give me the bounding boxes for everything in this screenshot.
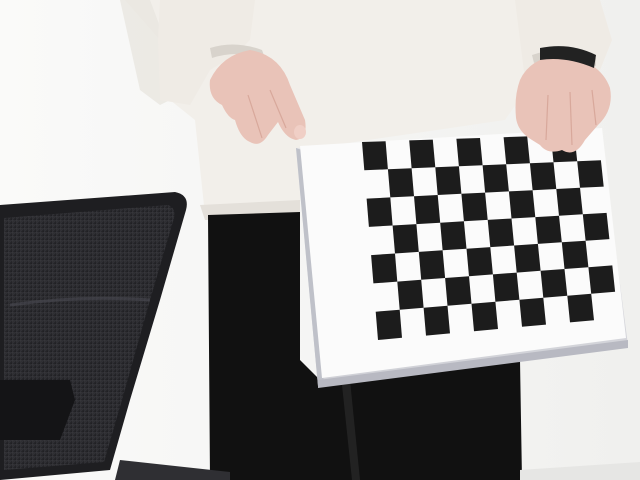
checker-square [535,215,562,244]
checker-square [392,224,419,254]
checker-square [487,218,515,248]
photo-scene [0,0,640,480]
checker-square [375,309,402,340]
checker-square [366,197,393,227]
checker-square [540,269,568,298]
checker-square [582,212,610,241]
photo [0,0,640,480]
checker-square [529,162,557,191]
checker-square [461,192,488,222]
checker-square [503,136,530,165]
checker-square [440,221,467,251]
checker-square [577,160,604,188]
checker-square [556,187,583,216]
checker-square [456,138,483,167]
checker-square [519,297,546,327]
checker-square [514,243,541,273]
calibration-board [296,128,628,388]
checker-square [423,305,450,336]
checker-square [492,272,520,302]
checker-square [409,139,436,169]
checker-square [482,164,509,193]
checker-square [561,240,589,269]
checker-square [371,253,398,284]
checker-square [466,247,493,277]
checker-square [435,166,462,195]
checker-square [445,276,472,306]
checker-square [387,168,414,198]
checker-square [418,250,446,280]
checker-square [471,301,498,332]
checker-square [397,279,424,310]
checker-square [414,195,441,225]
checker-square [567,293,594,323]
checker-square [362,141,388,171]
checker-square [508,190,536,219]
checker-square [588,265,616,294]
